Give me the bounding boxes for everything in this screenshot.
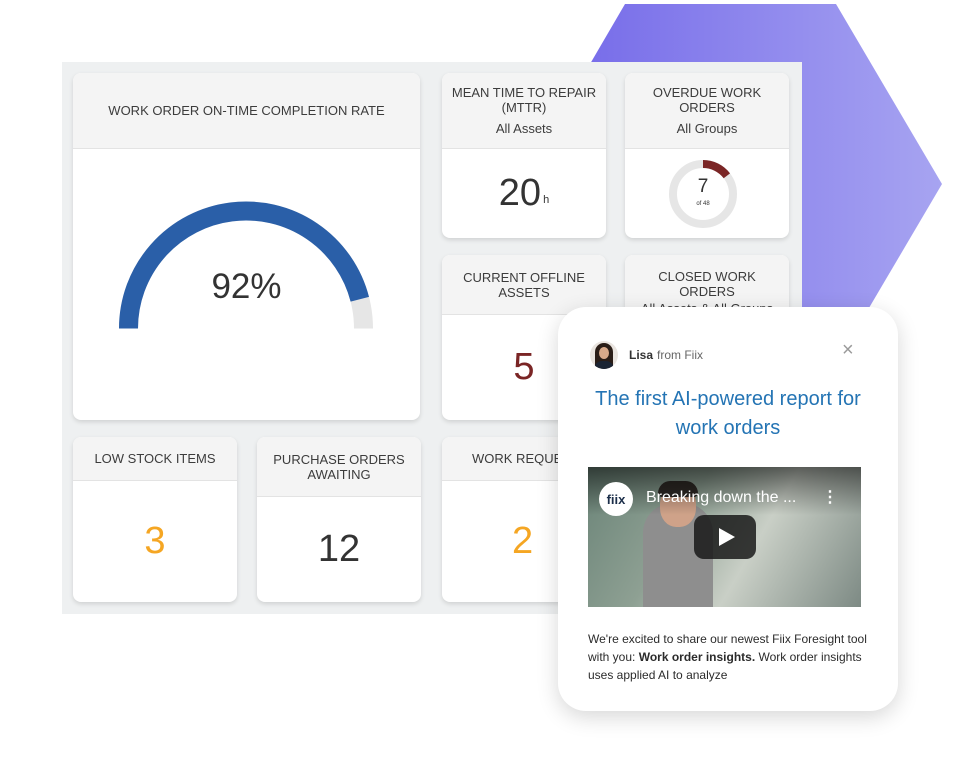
purchase-orders-card[interactable]: PURCHASE ORDERS AWAITING 12 — [257, 437, 421, 602]
offline-title: CURRENT OFFLINE ASSETS — [463, 269, 585, 300]
popup-sender: Lisa from Fiix — [590, 341, 703, 369]
completion-rate-card[interactable]: WORK ORDER ON-TIME COMPLETION RATE 92% — [73, 73, 420, 420]
popup-message: We're excited to share our newest Fiix F… — [588, 632, 867, 682]
sender-suffix: from Fiix — [657, 348, 704, 362]
avatar — [590, 341, 618, 369]
mttr-card[interactable]: MEAN TIME TO REPAIR (MTTR) All Assets 20… — [442, 73, 606, 238]
mttr-subtitle: All Assets — [495, 121, 553, 136]
overdue-of-label: of 48 — [696, 201, 710, 207]
video-title[interactable]: Breaking down the ... — [646, 489, 796, 507]
mttr-title: MEAN TIME TO REPAIR (MTTR) — [451, 85, 597, 115]
closed-title: CLOSED WORK ORDERS — [658, 269, 756, 299]
low-stock-title: LOW STOCK ITEMS — [94, 451, 216, 466]
completion-rate-value: 92% — [211, 267, 282, 306]
purchase-orders-value: 12 — [317, 527, 361, 570]
video-player[interactable]: fiix Breaking down the ... ⋮ — [588, 467, 861, 607]
close-icon[interactable]: × — [842, 340, 854, 360]
mttr-value: 20 — [498, 171, 542, 214]
more-vert-icon[interactable]: ⋮ — [822, 487, 838, 507]
play-icon — [719, 528, 735, 546]
purchase-orders-title: PURCHASE ORDERS AWAITING — [273, 451, 405, 482]
work-requests-value: 2 — [512, 519, 534, 562]
overdue-value: 7 — [697, 176, 709, 197]
overdue-subtitle: All Groups — [676, 121, 738, 136]
work-requests-title: WORK REQUES — [472, 451, 571, 466]
overdue-work-orders-card[interactable]: OVERDUE WORK ORDERS All Groups 7 of 48 — [625, 73, 789, 238]
sender-name: Lisa — [629, 348, 654, 362]
overdue-title: OVERDUE WORK ORDERS — [652, 85, 762, 115]
mttr-unit: h — [543, 194, 550, 206]
low-stock-value: 3 — [144, 519, 166, 562]
completion-rate-title: WORK ORDER ON-TIME COMPLETION RATE — [108, 103, 385, 118]
chat-popup: Lisa from Fiix × The first AI-powered re… — [558, 307, 898, 711]
popup-headline: The first AI-powered report for work ord… — [595, 388, 861, 439]
fiix-logo[interactable]: fiix — [599, 482, 633, 516]
play-button[interactable] — [694, 515, 756, 559]
offline-value: 5 — [513, 345, 535, 388]
low-stock-card[interactable]: LOW STOCK ITEMS 3 — [73, 437, 237, 602]
